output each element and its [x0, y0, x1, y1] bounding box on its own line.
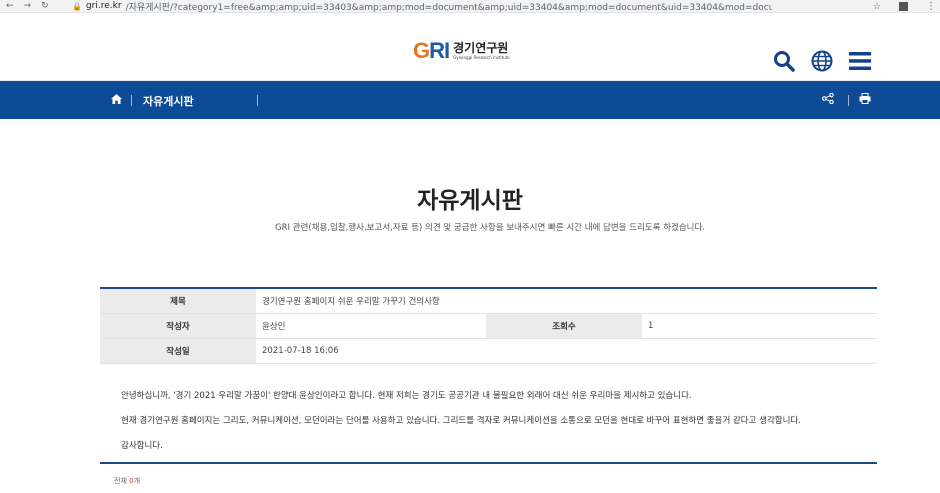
divider: [257, 95, 258, 106]
views-label: 조회수: [486, 314, 642, 338]
divider: [848, 95, 849, 106]
bookmark-star-icon[interactable]: ☆: [873, 2, 881, 12]
browser-toolbar: ← → ↻ 🔒 gri.re.kr/자유게시판/?category1=free&…: [0, 0, 940, 13]
extension-icon[interactable]: [899, 2, 908, 11]
header-tools: [772, 49, 872, 73]
logo-name-en: Gyeonggi Research Institute: [453, 55, 510, 60]
post-body: 안녕하십니까, '경기 2021 우리말 가꿈이' 한양대 윤상인이라고 합니다…: [121, 384, 801, 459]
reload-icon[interactable]: ↻: [41, 1, 49, 11]
print-icon[interactable]: [859, 93, 871, 107]
home-icon[interactable]: [111, 94, 122, 107]
page-description: GRI 관련(채용,입찰,행사,보고서,자료 등) 의견 및 궁금한 사항을 보…: [275, 223, 705, 233]
browser-nav: ← → ↻: [0, 1, 72, 11]
post-paragraph: 감사합니다.: [121, 441, 163, 451]
menu-dots-icon[interactable]: ⋮: [926, 2, 936, 12]
lock-icon: 🔒: [72, 1, 82, 11]
search-icon[interactable]: [772, 49, 796, 73]
post-author: 윤상인: [262, 322, 286, 332]
subject-label: 제목: [100, 289, 256, 313]
post-subject: 경기연구원 홈페이지 쉬운 우리말 가꾸기 건의사항: [262, 297, 440, 307]
table-row: 제목 경기연구원 홈페이지 쉬운 우리말 가꾸기 건의사항: [100, 289, 877, 314]
hamburger-menu-icon[interactable]: [848, 49, 872, 73]
post-paragraph: 현재 경기연구원 홈페이지는 그리도, 커뮤니케이션, 모던이라는 단어를 사용…: [121, 416, 801, 426]
post-info-table: 제목 경기연구원 홈페이지 쉬운 우리말 가꾸기 건의사항 작성자 윤상인 조회…: [100, 287, 877, 364]
comment-count-label: 전체: [114, 477, 127, 485]
divider: [131, 95, 132, 106]
forward-icon[interactable]: →: [24, 1, 32, 11]
logo-name: 경기연구원: [453, 41, 509, 55]
author-label: 작성자: [100, 314, 256, 338]
post-views: 1: [648, 321, 654, 331]
url-host: gri.re.kr: [85, 1, 122, 11]
comment-count-unit: 개: [133, 477, 141, 485]
table-row: 작성자 윤상인 조회수 1: [100, 314, 877, 339]
url-path: /자유게시판/?category1=free&amp;amp;uid=33403…: [125, 2, 772, 13]
post-paragraph: 안녕하십니까, '경기 2021 우리말 가꿈이' 한양대 윤상인이라고 합니다…: [121, 391, 692, 401]
logo-mark: GRI: [413, 38, 450, 63]
back-icon[interactable]: ←: [6, 1, 14, 11]
location-bar: 자유게시판: [0, 81, 940, 119]
address-bar[interactable]: 🔒 gri.re.kr/자유게시판/?category1=free&amp;am…: [72, 0, 772, 13]
breadcrumb-current[interactable]: 자유게시판: [143, 93, 194, 109]
page-title: 자유게시판: [417, 188, 523, 214]
comments-divider: [100, 462, 877, 464]
share-icon[interactable]: [822, 92, 834, 107]
date-label: 작성일: [100, 339, 256, 363]
globe-icon[interactable]: [810, 49, 834, 73]
post-date: 2021-07-18 16:06: [262, 346, 339, 356]
comment-count: 전체 0개: [114, 476, 140, 486]
table-row: 작성일 2021-07-18 16:06: [100, 339, 877, 364]
site-header: GRI 경기연구원 Gyeonggi Research Institute: [0, 13, 940, 81]
site-logo[interactable]: GRI 경기연구원 Gyeonggi Research Institute: [413, 38, 510, 64]
